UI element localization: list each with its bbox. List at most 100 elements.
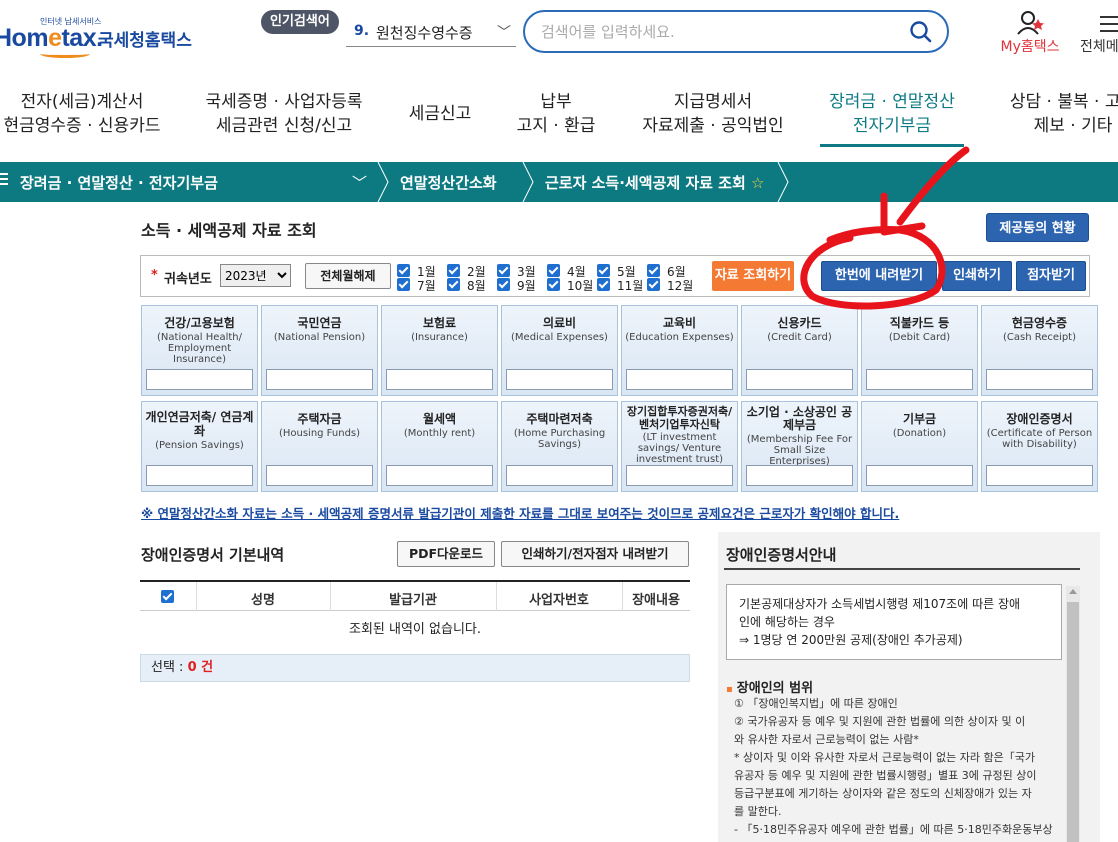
month-checkbox[interactable]: 8월: [447, 278, 495, 293]
category-amount-field: [986, 369, 1093, 390]
category-amount-field: [386, 465, 493, 486]
category-medical-expenses[interactable]: 의료비 (Medical Expenses): [501, 305, 618, 396]
all-menu-button[interactable]: 전체메: [1078, 10, 1118, 60]
popular-search-rank: 9.: [354, 23, 370, 39]
table-header: 성명 발급기관 사업자번호 장애내용: [140, 582, 690, 611]
breadcrumb-separator-icon: [777, 162, 789, 202]
gnb-item-consultation[interactable]: 상담 · 불복 · 고충제보 · 기타: [998, 90, 1118, 138]
info-scrollbar[interactable]: [1066, 586, 1080, 842]
braille-download-button[interactable]: 점자받기: [1016, 261, 1086, 291]
category-amount-field: [626, 369, 733, 390]
hometax-logo[interactable]: 인터넷 납세서비스 Hometax. 국세청홈택스: [0, 14, 200, 58]
category-insurance[interactable]: 보험료 (Insurance): [381, 305, 498, 396]
month-checkbox[interactable]: 5월: [597, 264, 645, 279]
gnb-item-e-invoice[interactable]: 전자(세금)계산서 현금영수증 · 신용카드: [2, 90, 162, 138]
my-hometax-button[interactable]: My홈택스: [994, 10, 1066, 60]
category-lt-investment-savings[interactable]: 장기집합투자증권저축/ 벤처기업투자신탁 (LT investment savi…: [621, 401, 738, 492]
provider-consent-button[interactable]: 제공동의 현황: [986, 213, 1089, 242]
disability-info-panel: 장애인증명서안내 기본공제대상자가 소득세법시행령 제107조에 따른 장애 인…: [718, 532, 1100, 842]
search-filter: * 귀속년도 2023년 전체월해제 1월 2월 3월 4월 5월 6월 7월 …: [140, 255, 1090, 297]
popular-search-term[interactable]: 원천징수영수증: [376, 22, 473, 43]
month-checkbox[interactable]: 9월: [497, 278, 545, 293]
search-icon[interactable]: [909, 20, 933, 44]
category-amount-field: [386, 369, 493, 390]
deduction-notice-link[interactable]: ※ 연말정산간소화 자료는 소득 · 세액공제 증명서류 발급기관이 제출한 자…: [141, 503, 899, 522]
category-cash-receipt[interactable]: 현금영수증 (Cash Receipt): [981, 305, 1098, 396]
category-home-purchasing-savings[interactable]: 주택마련저축 (Home Purchasing Savings): [501, 401, 618, 492]
download-all-button[interactable]: 한번에 내려받기: [821, 261, 937, 291]
category-education-expenses[interactable]: 교육비 (Education Expenses): [621, 305, 738, 396]
empty-table-message: 조회된 내역이 없습니다.: [349, 622, 481, 637]
month-checkbox[interactable]: 1월: [397, 264, 445, 279]
breadcrumb-separator-icon: [522, 162, 534, 202]
gnb-item-tax-filing[interactable]: 세금신고: [404, 88, 476, 140]
logo-korean-name: 국세청홈택스: [98, 31, 192, 51]
month-checkbox[interactable]: 7월: [397, 278, 445, 293]
logo-wordmark: Hometax.: [0, 24, 103, 52]
category-amount-field: [746, 465, 853, 486]
category-amount-field: [866, 465, 973, 486]
category-housing-funds[interactable]: 주택자금 (Housing Funds): [261, 401, 378, 492]
breadcrumb-separator-icon: [377, 162, 389, 202]
column-name: 성명: [251, 593, 275, 608]
breadcrumb-level1[interactable]: 장려금 · 연말정산 · 전자기부금: [20, 172, 218, 193]
category-donation[interactable]: 기부금 (Donation): [861, 401, 978, 492]
print-braille-button[interactable]: 인쇄하기/전자점자 내려받기: [501, 541, 689, 567]
hamburger-icon: [1100, 16, 1118, 32]
required-mark: *: [151, 268, 158, 283]
chevron-down-icon[interactable]: ﹀: [352, 172, 367, 193]
category-credit-card[interactable]: 신용카드 (Credit Card): [741, 305, 858, 396]
month-checkbox[interactable]: 10월: [547, 278, 595, 293]
category-amount-field: [146, 465, 253, 486]
info-summary-box: 기본공제대상자가 소득세법시행령 제107조에 따른 장애 인에 해당하는 경우…: [726, 584, 1062, 660]
column-business-number: 사업자번호: [529, 593, 589, 608]
gnb-item-payment[interactable]: 납부 고지 · 환급: [514, 90, 598, 138]
page-title: 소득 · 세액공제 자료 조회: [141, 221, 317, 240]
month-checkbox[interactable]: 11월: [597, 278, 645, 293]
gnb-item-certificates[interactable]: 국세증명 · 사업자등록 세금관련 신청/신고: [200, 90, 368, 138]
chevron-down-icon[interactable]: ﹀: [497, 22, 511, 42]
search-data-button[interactable]: 자료 조회하기: [712, 261, 794, 291]
category-monthly-rent[interactable]: 월세액 (Monthly rent): [381, 401, 498, 492]
category-health-insurance[interactable]: 건강/고용보험 (National Health/ Employment Ins…: [141, 305, 258, 396]
popular-search-badge: 인기검색어: [261, 10, 339, 34]
month-checkbox[interactable]: 12월: [647, 278, 695, 293]
favorite-star-icon[interactable]: ☆: [751, 174, 764, 192]
my-hometax-label: My홈택스: [1000, 39, 1060, 55]
selection-count: 선택 : 0 건: [140, 654, 690, 682]
section-title: 장애인증명서 기본내역: [141, 546, 285, 564]
print-button[interactable]: 인쇄하기: [942, 261, 1012, 291]
breadcrumb-level2[interactable]: 연말정산간소화: [400, 172, 497, 193]
logo-swoosh-icon: [40, 50, 90, 58]
month-checkbox[interactable]: 3월: [497, 264, 545, 279]
gnb-item-year-end-settlement[interactable]: 장려금 · 연말정산 전자기부금: [820, 90, 964, 147]
year-select[interactable]: 2023년: [220, 264, 291, 287]
category-amount-field: [626, 465, 733, 486]
category-amount-field: [146, 369, 253, 390]
category-amount-field: [266, 369, 373, 390]
select-all-checkbox[interactable]: [161, 590, 174, 603]
gnb-item-payment-statement[interactable]: 지급명세서 자료제출 · 공익법인: [640, 90, 786, 138]
column-issuer: 발급기관: [389, 593, 437, 608]
month-checkbox[interactable]: 4월: [547, 264, 595, 279]
breadcrumb-level3[interactable]: 근로자 소득·세액공제 자료 조회 ☆: [545, 172, 764, 193]
category-debit-card[interactable]: 직불카드 등 (Debit Card): [861, 305, 978, 396]
category-small-business-mutual-aid[interactable]: 소기업 · 소상공인 공제부금 (Membership Fee For Smal…: [741, 401, 858, 492]
pdf-download-button[interactable]: PDF다운로드: [397, 541, 495, 567]
info-subtitle: 장애인의 범위: [726, 677, 813, 696]
category-national-pension[interactable]: 국민연금 (National Pension): [261, 305, 378, 396]
search-input[interactable]: [541, 20, 901, 44]
unselect-all-months-button[interactable]: 전체월해제: [305, 263, 391, 289]
menu-icon[interactable]: [0, 173, 8, 187]
month-checkbox[interactable]: 2월: [447, 264, 495, 279]
category-pension-savings[interactable]: 개인연금저축/ 연금계좌 (Pension Savings): [141, 401, 258, 492]
category-disability-certificate[interactable]: 장애인증명서 (Certificate of Person with Disab…: [981, 401, 1098, 492]
breadcrumb: 장려금 · 연말정산 · 전자기부금 ﹀ 연말정산간소화 근로자 소득·세액공제…: [0, 162, 1118, 202]
info-panel-divider: [724, 568, 1080, 570]
search-box: [523, 10, 949, 53]
global-nav: 전자(세금)계산서 현금영수증 · 신용카드 국세증명 · 사업자등록 세금관련 신…: [0, 90, 1118, 152]
category-amount-field: [506, 369, 613, 390]
column-disability-details: 장애내용: [632, 593, 680, 608]
all-menu-label: 전체메: [1080, 39, 1118, 55]
month-checkbox[interactable]: 6월: [647, 264, 695, 279]
